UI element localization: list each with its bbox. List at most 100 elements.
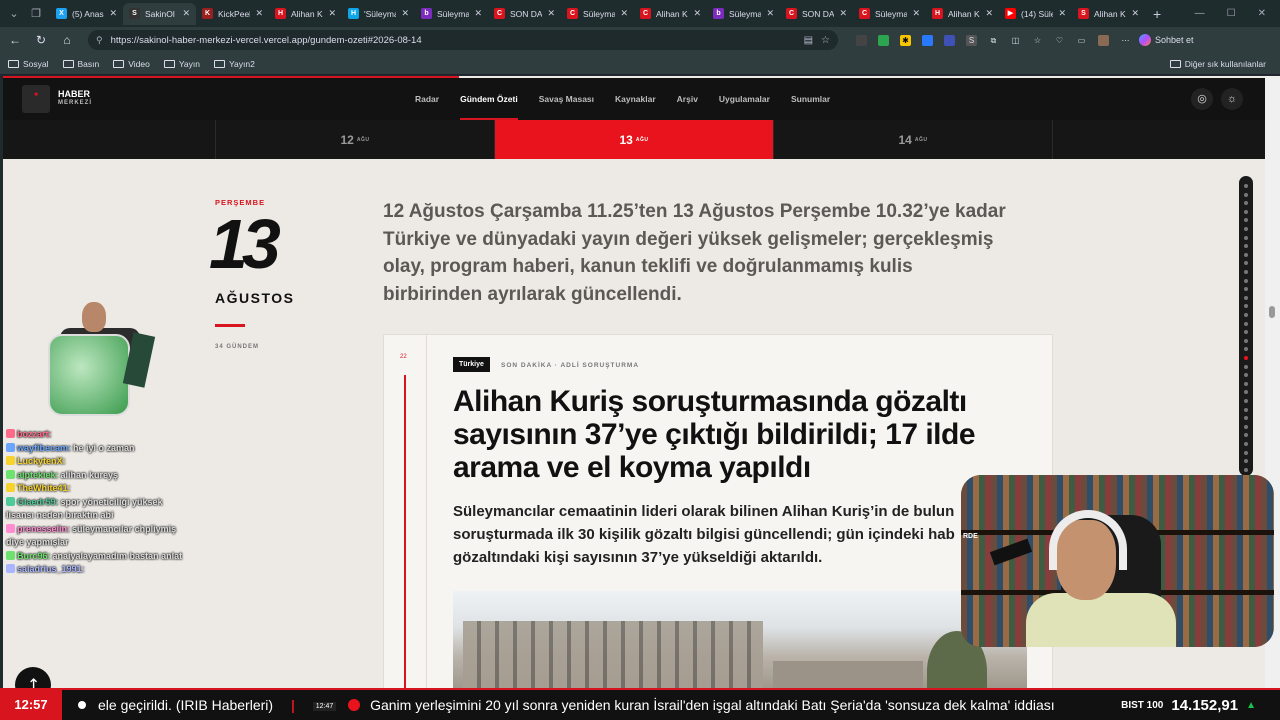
extension-icon[interactable]: ✱ <box>900 34 911 46</box>
category-tag[interactable]: Türkiye <box>453 357 490 372</box>
browser-tab[interactable]: b Süleyman ✕ <box>415 3 488 25</box>
news-card[interactable]: 22 Türkiye SON DAKİKA · ADLİ SORUŞTURMA … <box>383 334 1053 688</box>
section-dot[interactable] <box>1244 209 1248 214</box>
section-dot[interactable] <box>1244 270 1248 274</box>
section-dot[interactable] <box>1244 442 1248 446</box>
section-dot[interactable] <box>1244 433 1248 438</box>
section-dot[interactable] <box>1244 304 1248 309</box>
split-screen-icon[interactable]: ◫ <box>1010 35 1021 46</box>
browser-essentials-icon[interactable]: ▭ <box>1076 35 1087 46</box>
nav-item[interactable]: Radar <box>415 78 439 120</box>
section-dot[interactable] <box>1244 407 1248 412</box>
tab-close-icon[interactable]: ✕ <box>1058 8 1066 19</box>
day-tab[interactable]: 14 AĞU <box>773 120 1052 159</box>
section-dot[interactable] <box>1244 381 1248 386</box>
refresh-button[interactable]: ↻ <box>30 33 52 47</box>
section-dot[interactable] <box>1244 235 1248 240</box>
extension-icon[interactable] <box>878 34 889 46</box>
browser-tab[interactable]: C Süleyman ✕ <box>561 3 634 25</box>
section-dot[interactable] <box>1244 278 1248 283</box>
nav-item[interactable]: Gündem Özeti <box>460 78 518 120</box>
section-scroller[interactable] <box>1239 176 1253 476</box>
extension-icon[interactable]: S <box>966 34 977 46</box>
section-dot[interactable] <box>1244 244 1248 249</box>
tab-close-icon[interactable]: ✕ <box>182 8 190 19</box>
url-field[interactable]: ⚲ https://sakinol-haber-merkezi-vercel.v… <box>88 30 838 50</box>
browser-tab[interactable]: ▶ (14) Süle ✕ <box>999 3 1072 25</box>
tab-close-icon[interactable]: ✕ <box>620 8 628 19</box>
section-dot[interactable] <box>1244 295 1248 300</box>
browser-tab[interactable]: K KickPeek ✕ <box>196 3 269 25</box>
favorites-icon[interactable]: ☆ <box>1032 35 1043 46</box>
tab-close-icon[interactable]: ✕ <box>985 8 993 19</box>
day-tab[interactable]: 12 AĞU <box>215 120 494 159</box>
maximize-button[interactable]: ☐ <box>1227 8 1236 19</box>
site-info-icon[interactable]: ⚲ <box>96 35 103 46</box>
tab-actions-menu-icon[interactable]: ⌄ <box>6 6 22 22</box>
minimize-button[interactable]: — <box>1195 8 1205 19</box>
section-dot[interactable] <box>1244 356 1248 360</box>
section-dot[interactable] <box>1244 321 1248 326</box>
settings-icon[interactable]: ◎ <box>1191 88 1213 110</box>
tab-close-icon[interactable]: ✕ <box>839 8 847 19</box>
tab-close-icon[interactable]: ✕ <box>912 8 920 19</box>
more-menu-icon[interactable]: ⋯ <box>1120 35 1131 46</box>
close-window-button[interactable]: ✕ <box>1258 8 1266 19</box>
card-headline[interactable]: Alihan Kuriş soruşturmasında gözaltı say… <box>453 385 1013 484</box>
section-dot[interactable] <box>1244 416 1248 421</box>
section-dot[interactable] <box>1244 364 1248 369</box>
section-dot[interactable] <box>1244 347 1248 352</box>
browser-tab[interactable]: H 'Süleyman ✕ <box>342 3 415 25</box>
browser-tab[interactable]: C SON DAK ✕ <box>488 3 561 25</box>
browser-tab[interactable]: C Alihan Ku ✕ <box>634 3 707 25</box>
bookmark-folder[interactable]: Sosyal <box>8 59 49 69</box>
workspaces-icon[interactable]: ❐ <box>28 6 44 22</box>
section-dot[interactable] <box>1244 450 1248 455</box>
back-button[interactable]: ← <box>4 33 26 47</box>
section-dot[interactable] <box>1244 287 1248 292</box>
section-dot[interactable] <box>1244 467 1248 472</box>
section-dot[interactable] <box>1244 218 1248 223</box>
section-dot[interactable] <box>1244 192 1248 197</box>
profile-avatar[interactable] <box>1098 34 1109 46</box>
section-dot[interactable] <box>1244 390 1248 395</box>
section-dot[interactable] <box>1244 424 1248 429</box>
bookmark-folder[interactable]: Basın <box>62 59 99 69</box>
nav-item[interactable]: Arşiv <box>677 78 698 120</box>
tab-close-icon[interactable]: ✕ <box>328 8 336 19</box>
nav-item[interactable]: Kaynaklar <box>615 78 656 120</box>
nav-item[interactable]: Uygulamalar <box>719 78 770 120</box>
section-dot[interactable] <box>1244 338 1248 343</box>
extensions-puzzle-icon[interactable]: ⧉ <box>988 35 999 46</box>
news-photo[interactable] <box>453 591 1027 688</box>
section-dot[interactable] <box>1244 252 1248 257</box>
bookmark-folder[interactable]: Yayın <box>163 59 200 69</box>
tab-close-icon[interactable]: ✕ <box>401 8 409 19</box>
section-dot[interactable] <box>1244 330 1248 335</box>
scrollbar-thumb[interactable] <box>1269 306 1275 318</box>
reader-mode-icon[interactable]: ▤ <box>804 35 813 46</box>
browser-tab[interactable]: X (5) Anasa ✕ <box>50 3 123 25</box>
other-bookmarks-folder[interactable]: Diğer sık kullanılanlar <box>1169 59 1266 69</box>
section-dot[interactable] <box>1244 261 1248 266</box>
browser-tab[interactable]: b Süleyman ✕ <box>707 3 780 25</box>
nav-item[interactable]: Sunumlar <box>791 78 830 120</box>
tab-close-icon[interactable]: ✕ <box>766 8 774 19</box>
tab-close-icon[interactable]: ✕ <box>109 8 117 19</box>
section-dot[interactable] <box>1244 184 1248 188</box>
favorite-star-icon[interactable]: ☆ <box>821 35 830 46</box>
tab-close-icon[interactable]: ✕ <box>255 8 263 19</box>
browser-tab[interactable]: H Alihan Ku ✕ <box>926 3 999 25</box>
bookmark-folder[interactable]: Video <box>113 59 150 69</box>
section-dot[interactable] <box>1244 227 1248 231</box>
nav-item[interactable]: Savaş Masası <box>539 78 594 120</box>
bookmark-folder[interactable]: Yayın2 <box>213 59 255 69</box>
section-dot[interactable] <box>1244 459 1248 464</box>
browser-tab[interactable]: C SON DAK ✕ <box>780 3 853 25</box>
theme-toggle-icon[interactable]: ☼ <box>1221 88 1243 110</box>
new-tab-button[interactable]: + <box>1145 6 1169 22</box>
copilot-button[interactable]: Sohbet et <box>1139 34 1194 46</box>
day-tab[interactable]: 13 AĞU <box>494 120 773 159</box>
section-dot[interactable] <box>1244 201 1248 206</box>
tab-close-icon[interactable]: ✕ <box>547 8 555 19</box>
